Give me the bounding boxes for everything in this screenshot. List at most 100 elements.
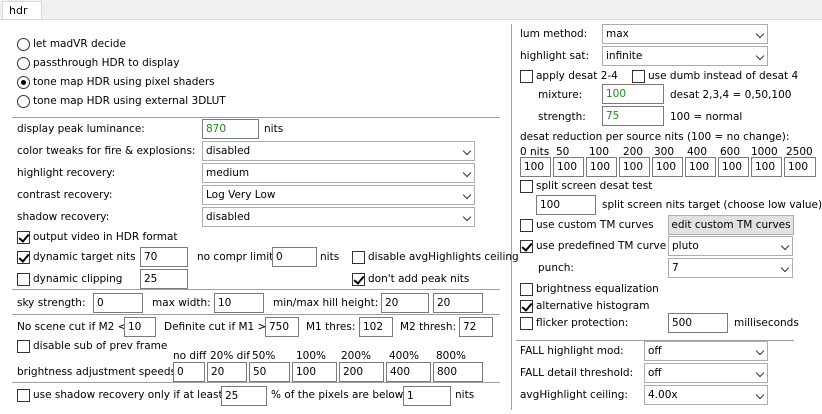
predefined-tm-checkbox[interactable] xyxy=(520,240,533,253)
shadow-only-checkbox[interactable] xyxy=(17,389,30,402)
speed-input[interactable]: 20 xyxy=(207,362,247,382)
shadow-recovery-label: shadow recovery: xyxy=(17,211,110,223)
split-target-input[interactable]: 100 xyxy=(536,195,596,215)
avg-ceiling-select[interactable]: 4.00x xyxy=(644,385,768,405)
desat-input[interactable]: 100 xyxy=(784,157,816,177)
desat-input[interactable]: 100 xyxy=(751,157,782,177)
desat-input[interactable]: 100 xyxy=(619,157,650,177)
apply-desat-label: apply desat 2-4 xyxy=(536,70,618,82)
sky-strength-input[interactable]: 0 xyxy=(93,293,143,313)
chevron-down-icon xyxy=(755,368,765,378)
peak-luminance-label: display peak luminance: xyxy=(17,123,145,135)
no-compr-input[interactable]: 0 xyxy=(272,247,317,267)
shadow-only-label: use shadow recovery only if at least: xyxy=(33,389,227,401)
radio-label: let madVR decide xyxy=(33,38,126,50)
dont-add-peak-checkbox[interactable] xyxy=(352,273,365,286)
flicker-input[interactable]: 500 xyxy=(668,313,728,333)
dont-add-peak-label: don't add peak nits xyxy=(368,273,470,285)
dynamic-target-checkbox[interactable] xyxy=(17,251,30,264)
fall-highlight-select[interactable]: off xyxy=(644,341,768,361)
brightness-eq-checkbox[interactable] xyxy=(520,283,533,296)
alt-histogram-checkbox[interactable] xyxy=(520,300,533,313)
radio-let-madvr-decide[interactable] xyxy=(17,38,30,51)
select-value: Log Very Low xyxy=(206,189,276,201)
speed-input[interactable]: 0 xyxy=(173,362,205,382)
speed-header: 800% xyxy=(436,350,467,362)
dynamic-clipping-checkbox[interactable] xyxy=(17,273,30,286)
disable-sub-checkbox[interactable] xyxy=(17,340,30,353)
scene-cut-input[interactable]: 10 xyxy=(124,317,156,337)
disable-avg-checkbox[interactable] xyxy=(352,251,365,264)
radio-passthrough[interactable] xyxy=(17,57,30,70)
custom-tm-checkbox[interactable] xyxy=(520,219,533,232)
shadow-middle-label: % of the pixels are below xyxy=(271,389,404,401)
shadow-percent-input[interactable]: 25 xyxy=(221,386,267,406)
speed-input[interactable]: 50 xyxy=(249,362,290,382)
select-value: medium xyxy=(206,167,250,179)
strength-note: 100 = normal xyxy=(670,111,743,123)
select-value: 4.00x xyxy=(648,389,678,401)
fall-detail-select[interactable]: off xyxy=(644,363,768,383)
hill-height-label: min/max hill height: xyxy=(273,297,379,309)
split-desat-checkbox[interactable] xyxy=(520,180,533,193)
use-dumb-label: use dumb instead of desat 4 xyxy=(648,70,799,82)
contrast-recovery-select[interactable]: Log Very Low xyxy=(202,185,475,205)
no-compr-label: no compr limit: xyxy=(197,251,277,263)
mixture-input[interactable]: 100 xyxy=(602,84,664,104)
select-value: 7 xyxy=(672,262,679,274)
desat-input[interactable]: 100 xyxy=(520,157,551,177)
desat-input[interactable]: 100 xyxy=(586,157,617,177)
select-value: disabled xyxy=(206,145,251,157)
divider xyxy=(12,314,500,315)
definite-cut-input[interactable]: 750 xyxy=(265,317,299,337)
radio-label: tone map HDR using pixel shaders xyxy=(33,76,215,88)
dynamic-target-label: dynamic target nits xyxy=(33,251,136,263)
highlight-recovery-label: highlight recovery: xyxy=(17,167,116,179)
m2-thresh-input[interactable]: 72 xyxy=(459,317,493,337)
shadow-nits-input[interactable]: 1 xyxy=(403,386,451,406)
predefined-tm-select[interactable]: pluto xyxy=(668,236,793,256)
highlight-recovery-select[interactable]: medium xyxy=(202,163,475,183)
punch-select[interactable]: 7 xyxy=(668,258,793,278)
radio-external-3dlut[interactable] xyxy=(17,95,30,108)
speed-input[interactable]: 800 xyxy=(433,362,483,382)
peak-luminance-input[interactable]: 870 xyxy=(202,119,259,139)
radio-label: passthrough HDR to display xyxy=(33,57,180,69)
mixture-note: desat 2,3,4 = 0,50,100 xyxy=(670,89,792,101)
flicker-checkbox[interactable] xyxy=(520,317,533,330)
max-width-input[interactable]: 10 xyxy=(214,293,264,313)
strength-input[interactable]: 75 xyxy=(602,106,664,126)
dynamic-target-input[interactable]: 70 xyxy=(140,247,188,267)
desat-input[interactable]: 100 xyxy=(718,157,749,177)
divider xyxy=(12,289,500,290)
chevron-down-icon xyxy=(462,212,472,222)
dynamic-clipping-input[interactable]: 25 xyxy=(140,269,188,289)
lum-method-label: lum method: xyxy=(520,28,588,40)
color-tweaks-label: color tweaks for fire & explosions: xyxy=(17,145,196,157)
radio-pixel-shaders[interactable] xyxy=(17,76,30,89)
shadow-recovery-select[interactable]: disabled xyxy=(202,207,475,227)
custom-tm-label: use custom TM curves xyxy=(536,219,654,231)
lum-method-select[interactable]: max xyxy=(602,24,768,44)
m1-thres-input[interactable]: 102 xyxy=(359,317,393,337)
desat-input[interactable]: 100 xyxy=(553,157,584,177)
speed-input[interactable]: 200 xyxy=(339,362,384,382)
speed-input[interactable]: 100 xyxy=(292,362,337,382)
tab-hdr[interactable]: hdr xyxy=(2,1,42,20)
speed-input[interactable]: 400 xyxy=(386,362,431,382)
desat-reduction-label: desat reduction per source nits (100 = n… xyxy=(520,131,790,143)
hill-min-input[interactable]: 20 xyxy=(381,293,429,313)
desat-input[interactable]: 100 xyxy=(685,157,716,177)
highlight-sat-label: highlight sat: xyxy=(520,50,590,62)
select-value: off xyxy=(648,345,662,357)
hill-max-input[interactable]: 20 xyxy=(433,293,483,313)
highlight-sat-select[interactable]: infinite xyxy=(602,46,768,66)
desat-input[interactable]: 100 xyxy=(652,157,683,177)
use-dumb-checkbox[interactable] xyxy=(632,70,645,83)
disable-sub-label: disable sub of prev frame xyxy=(33,340,168,352)
chevron-down-icon xyxy=(755,29,765,39)
color-tweaks-select[interactable]: disabled xyxy=(202,141,475,161)
apply-desat-checkbox[interactable] xyxy=(520,70,533,83)
output-hdr-checkbox[interactable] xyxy=(17,231,30,244)
edit-custom-tm-button[interactable]: edit custom TM curves xyxy=(668,215,794,235)
